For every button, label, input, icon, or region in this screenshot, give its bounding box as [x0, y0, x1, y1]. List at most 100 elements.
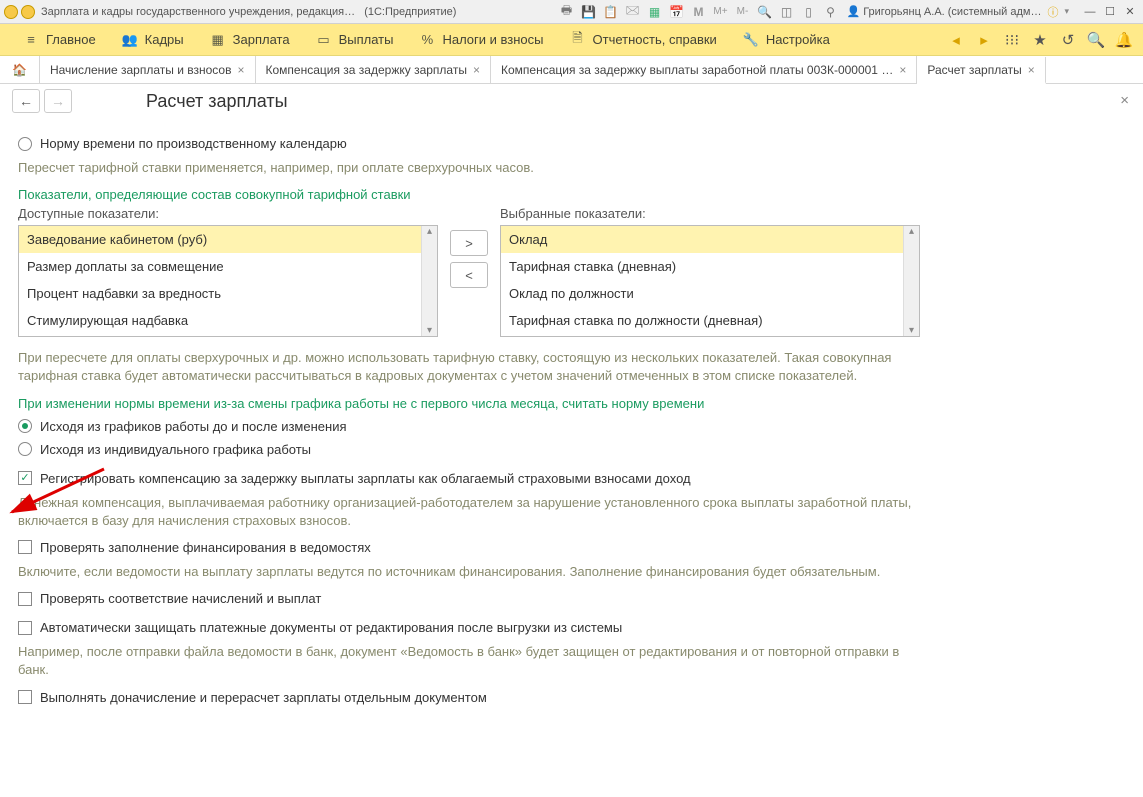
key-icon[interactable]: ⚲ — [823, 4, 839, 20]
tab-nachislenie[interactable]: Начисление зарплаты и взносов× — [40, 56, 256, 83]
page-toolbar: ← → Расчет зарплаты × — [0, 84, 1143, 118]
tab-kompensaciya1[interactable]: Компенсация за задержку зарплаты× — [256, 56, 491, 83]
checkbox-icon[interactable] — [18, 690, 32, 704]
clipboard-icon[interactable]: 📋 — [603, 4, 619, 20]
hint-financing: Включите, если ведомости на выплату зарп… — [18, 563, 918, 581]
list-item[interactable]: Оклад по должности — [501, 280, 919, 307]
close-icon[interactable]: × — [899, 63, 906, 77]
move-right-button[interactable]: > — [450, 230, 488, 256]
book-icon[interactable]: ▯ — [801, 4, 817, 20]
close-icon[interactable]: × — [237, 63, 244, 77]
menu-kadry[interactable]: 👥Кадры — [109, 24, 197, 55]
hint-compensation: Денежная компенсация, выплачиваемая рабо… — [18, 494, 918, 530]
home-icon: 🏠 — [12, 63, 27, 77]
radio-time-norm[interactable]: Норму времени по производственному кален… — [18, 136, 1125, 151]
mminus-icon[interactable]: M- — [735, 4, 751, 20]
card-icon: ▭ — [316, 32, 332, 48]
checkbox-recalc-doc[interactable]: Выполнять доначисление и перерасчет зарп… — [18, 690, 1125, 705]
menu-zarplata[interactable]: ▦Зарплата — [197, 24, 303, 55]
menu-main[interactable]: ≡Главное — [10, 24, 109, 55]
save-icon[interactable]: 💾 — [581, 4, 597, 20]
info-icon[interactable]: ⓘ — [1047, 4, 1058, 20]
calc2-icon: ▦ — [210, 32, 226, 48]
people-icon: 👥 — [122, 32, 138, 48]
app-title: Зарплата и кадры государственного учрежд… — [41, 6, 355, 18]
scroll-right-icon[interactable]: ▸ — [975, 31, 993, 49]
checkbox-financing[interactable]: Проверять заполнение финансирования в ве… — [18, 540, 1125, 555]
selected-label: Выбранные показатели: — [500, 206, 920, 221]
available-listbox[interactable]: Заведование кабинетом (руб) Размер допла… — [18, 225, 438, 337]
hint-overtime: При пересчете для оплаты сверхурочных и … — [18, 349, 918, 385]
menu-otchet[interactable]: 🗎Отчетность, справки — [557, 24, 730, 55]
list-icon: ≡ — [23, 32, 39, 48]
zoom-icon[interactable]: 🔍 — [757, 4, 773, 20]
scroll-left-icon[interactable]: ◂ — [947, 31, 965, 49]
selected-listbox[interactable]: Оклад Тарифная ставка (дневная) Оклад по… — [500, 225, 920, 337]
calendar-icon[interactable]: 📅 — [669, 4, 685, 20]
history-icon[interactable]: ↺ — [1059, 31, 1077, 49]
available-label: Доступные показатели: — [18, 206, 438, 221]
tab-kompensaciya2[interactable]: Компенсация за задержку выплаты заработн… — [491, 56, 917, 83]
radio-icon[interactable] — [18, 442, 32, 456]
menu-settings[interactable]: 🔧Настройка — [730, 24, 843, 55]
checkbox-match[interactable]: Проверять соответствие начислений и выпл… — [18, 591, 1125, 606]
document-tabs: 🏠 Начисление зарплаты и взносов× Компенс… — [0, 56, 1143, 84]
m-icon[interactable]: M — [691, 4, 707, 20]
section-norm-change: При изменении нормы времени из-за смены … — [18, 396, 1125, 411]
dropdown-icon[interactable] — [21, 5, 35, 19]
search-icon[interactable]: 🔍 — [1087, 31, 1105, 49]
mplus-icon[interactable]: M+ — [713, 4, 729, 20]
app-logo-icon — [4, 5, 18, 19]
hint-protect: Например, после отправки файла ведомости… — [18, 643, 918, 679]
apps-icon[interactable]: ⁝⁝⁝ — [1003, 31, 1021, 49]
list-item[interactable]: Тарифная ставка (дневная) — [501, 253, 919, 280]
checkbox-protect[interactable]: Автоматически защищать платежные докумен… — [18, 620, 1125, 635]
panel-icon[interactable]: ◫ — [779, 4, 795, 20]
list-item[interactable]: Процент надбавки за вредность — [19, 280, 437, 307]
wrench-icon: 🔧 — [743, 32, 759, 48]
titlebar: Зарплата и кадры государственного учрежд… — [0, 0, 1143, 24]
list-item[interactable]: Оклад — [501, 226, 919, 253]
checkbox-icon[interactable] — [18, 621, 32, 635]
menu-vyplaty[interactable]: ▭Выплаты — [303, 24, 407, 55]
menu-nalogi[interactable]: %Налоги и взносы — [406, 24, 556, 55]
attach-icon[interactable]: 🖂 — [625, 4, 641, 20]
radio-graph-before-after[interactable]: Исходя из графиков работы до и после изм… — [18, 419, 1125, 434]
list-item[interactable]: Тарифная ставка по должности (дневная) — [501, 307, 919, 334]
radio-individual[interactable]: Исходя из индивидуального графика работы — [18, 442, 1125, 457]
forward-button[interactable]: → — [44, 89, 72, 113]
list-item[interactable]: Размер доплаты за совмещение — [19, 253, 437, 280]
close-page-button[interactable]: × — [1120, 92, 1129, 109]
tab-home[interactable]: 🏠 — [0, 56, 40, 83]
scrollbar[interactable]: ▴▾ — [421, 226, 437, 336]
maximize-button[interactable]: ☐ — [1101, 4, 1119, 20]
close-icon[interactable]: × — [473, 63, 480, 77]
list-item[interactable]: Заведование кабинетом (руб) — [19, 226, 437, 253]
user-name: Григорьянц А.А. (системный адм… — [863, 6, 1041, 18]
print-icon[interactable]: 🖶 — [559, 4, 575, 20]
close-button[interactable]: ✕ — [1121, 4, 1139, 20]
back-button[interactable]: ← — [12, 89, 40, 113]
checkbox-icon[interactable] — [18, 592, 32, 606]
app-suffix: (1С:Предприятие) — [364, 6, 456, 18]
bell-icon[interactable]: 🔔 — [1115, 31, 1133, 49]
checkbox-icon[interactable] — [18, 471, 32, 485]
scrollbar[interactable]: ▴▾ — [903, 226, 919, 336]
checkbox-compensation[interactable]: Регистрировать компенсацию за задержку в… — [18, 471, 1125, 486]
calc-icon[interactable]: ▦ — [647, 4, 663, 20]
tab-raschet[interactable]: Расчет зарплаты× — [917, 57, 1045, 84]
list-item[interactable]: Стимулирующая надбавка — [19, 307, 437, 334]
user-chip[interactable]: 👤 Григорьянц А.А. (системный адм… — [847, 5, 1042, 18]
radio-icon[interactable] — [18, 419, 32, 433]
move-left-button[interactable]: < — [450, 262, 488, 288]
radio-icon[interactable] — [18, 137, 32, 151]
close-icon[interactable]: × — [1028, 63, 1035, 77]
checkbox-icon[interactable] — [18, 540, 32, 554]
titlebar-tools: 🖶 💾 📋 🖂 ▦ 📅 M M+ M- 🔍 ◫ ▯ ⚲ — [559, 4, 839, 20]
section-indicators: Показатели, определяющие состав совокупн… — [18, 187, 1125, 202]
main-menu: ≡Главное 👥Кадры ▦Зарплата ▭Выплаты %Нало… — [0, 24, 1143, 56]
minimize-button[interactable]: — — [1081, 4, 1099, 20]
hint-recalc: Пересчет тарифной ставки применяется, на… — [18, 159, 918, 177]
page-content: Норму времени по производственному кален… — [0, 118, 1143, 733]
star-icon[interactable]: ★ — [1031, 31, 1049, 49]
